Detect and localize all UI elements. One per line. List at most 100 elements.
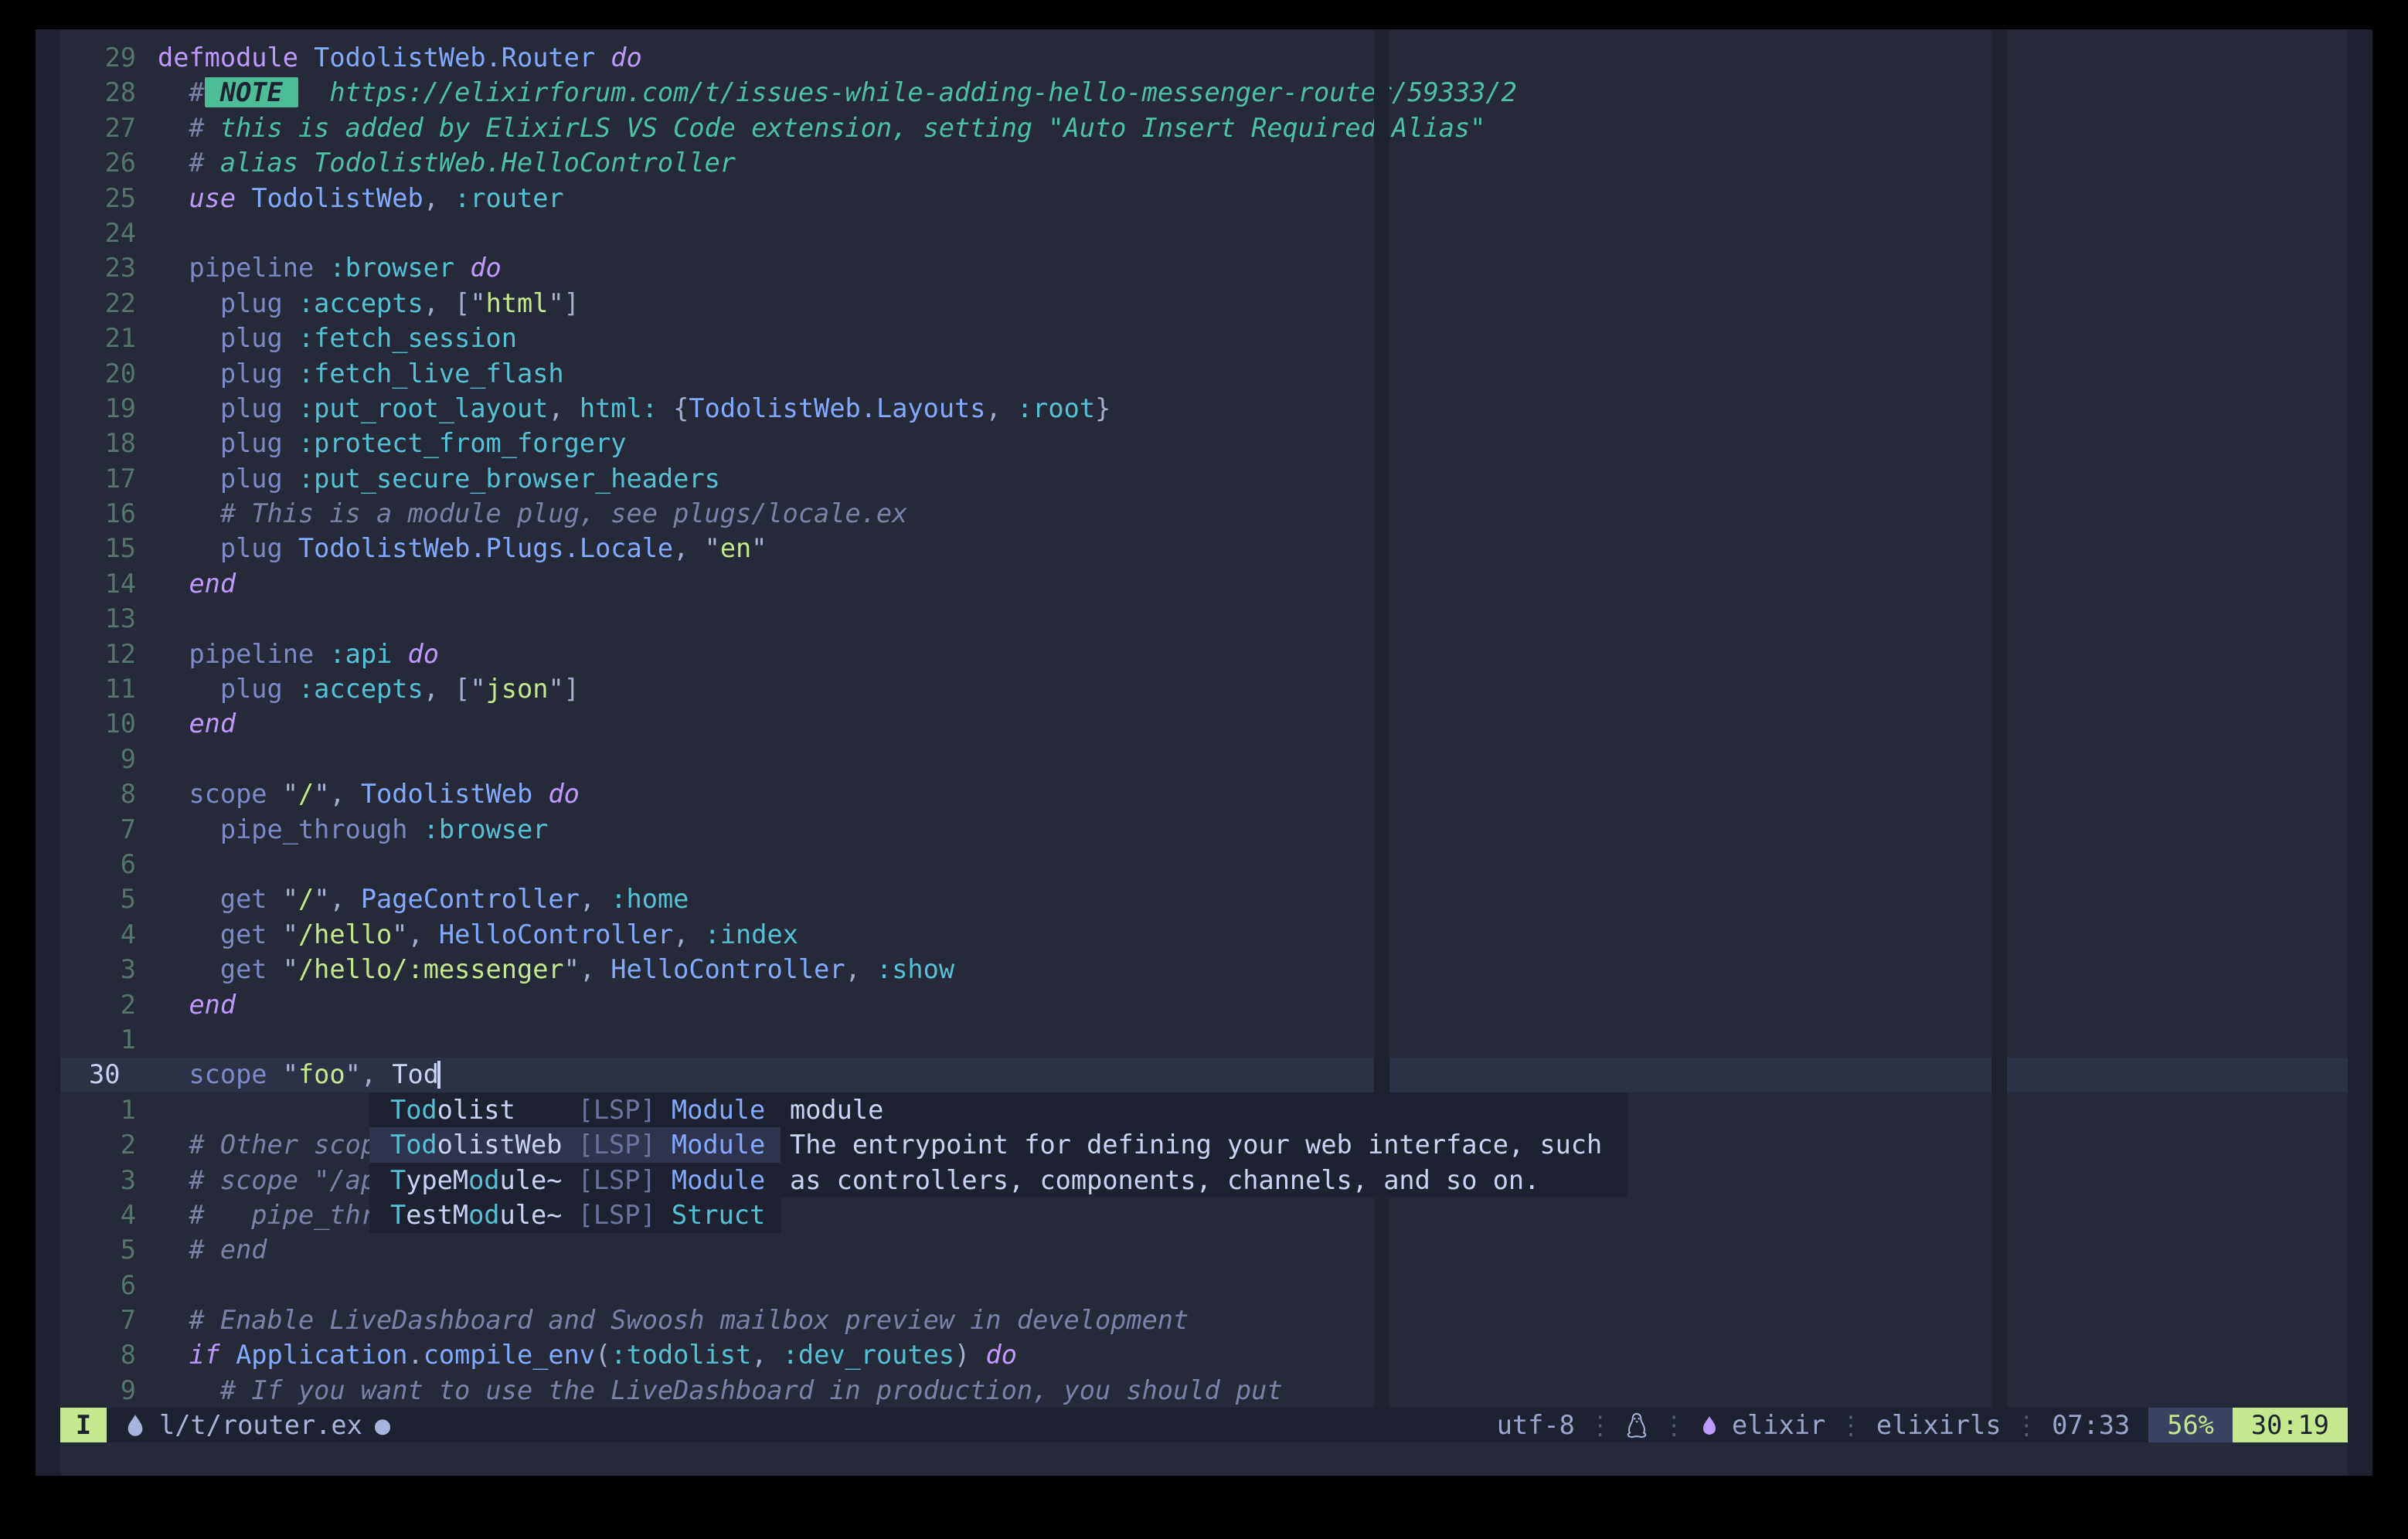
elixir-drop-icon (124, 1411, 147, 1440)
line-number: 11 (60, 671, 136, 706)
line-number: 13 (60, 601, 136, 636)
linux-penguin-icon (1625, 1411, 1648, 1440)
line-number: 4 (60, 1198, 136, 1232)
mode-indicator: I (60, 1408, 107, 1442)
completion-docs: moduleThe entrypoint for defining your w… (781, 1092, 1627, 1198)
modified-dot-icon: ● (375, 1408, 390, 1442)
line-number: 10 (60, 706, 136, 741)
line-number: 12 (60, 637, 136, 671)
scroll-percent-badge: 56% (2148, 1408, 2233, 1442)
line-number: 19 (60, 391, 136, 426)
code-text: # end (158, 1235, 267, 1265)
code-text: scope "foo", Tod (158, 1059, 439, 1089)
terminal-screen: 29defmodule TodolistWeb.Router do28 # NO… (0, 0, 2408, 1539)
code-text: pipe_through :browser (158, 814, 548, 844)
line-number: 28 (60, 75, 136, 110)
code-text: scope "/", TodolistWeb do (158, 779, 580, 809)
completion-item[interactable]: TestModule~ [LSP] Struct (369, 1198, 781, 1232)
color-column-120 (1991, 29, 2007, 1409)
left-padding (36, 29, 60, 1476)
completion-popup[interactable]: Todolist [LSP] ModuleTodolistWeb [LSP] M… (369, 1092, 781, 1233)
line-number: 22 (60, 286, 136, 321)
completion-item[interactable]: TodolistWeb [LSP] Module (369, 1127, 781, 1162)
separator-icon: ⋮ (1587, 1408, 1614, 1442)
completion-source: [LSP] (578, 1095, 672, 1125)
completion-kind: Module (672, 1130, 765, 1160)
code-text: end (158, 569, 236, 599)
line-number: 24 (60, 216, 136, 250)
line-number: 6 (60, 847, 136, 882)
separator-icon: ⋮ (2014, 1408, 2040, 1442)
filename[interactable]: l/t/router.ex (159, 1408, 362, 1442)
text-cursor (437, 1061, 440, 1089)
line-number: 29 (60, 40, 136, 75)
line-number: 16 (60, 496, 136, 531)
code-text: pipeline :browser do (158, 253, 502, 283)
code-text: if Application.compile_env(:todolist, :d… (158, 1340, 1017, 1370)
code-text: # pipe_thr (158, 1200, 376, 1230)
encoding: utf-8 (1497, 1408, 1575, 1442)
doc-line: The entrypoint for defining your web int… (790, 1127, 1627, 1162)
line-number: 7 (60, 1303, 136, 1337)
lsp-client-label: elixirls (1876, 1408, 2002, 1442)
language-label: elixir (1732, 1408, 1825, 1442)
code-text: end (158, 990, 236, 1020)
code-text: use TodolistWeb, :router (158, 183, 564, 213)
completion-item[interactable]: TypeModule~ [LSP] Module (369, 1163, 781, 1198)
line-number: 15 (60, 531, 136, 566)
line-number: 3 (60, 1163, 136, 1198)
line-number: 25 (60, 181, 136, 216)
completion-item[interactable]: Todolist [LSP] Module (369, 1092, 781, 1127)
line-number: 1 (60, 1022, 136, 1057)
code-text: # alias TodolistWeb.HelloController (158, 148, 736, 178)
line-number: 17 (60, 461, 136, 496)
line-number: 23 (60, 250, 136, 285)
line-number: 18 (60, 426, 136, 460)
completion-source: [LSP] (578, 1130, 672, 1160)
completion-kind: Module (672, 1095, 765, 1125)
completion-source: [LSP] (578, 1165, 672, 1195)
code-text: plug :accepts, ["json"] (158, 674, 580, 704)
completion-kind: Module (672, 1165, 765, 1195)
code-text: pipeline :api do (158, 639, 439, 669)
line-number: 27 (60, 110, 136, 145)
right-padding (2348, 29, 2372, 1476)
line-number: 2 (60, 987, 136, 1022)
code-text: plug :accepts, ["html"] (158, 288, 580, 318)
current-line-number: 30 (60, 1057, 136, 1092)
line-number: 20 (60, 356, 136, 391)
neovim-window: 29defmodule TodolistWeb.Router do28 # NO… (36, 29, 2372, 1476)
code-text: # Other scop (158, 1130, 376, 1160)
code-text: plug TodolistWeb.Plugs.Locale, "en" (158, 533, 767, 563)
code-text: # scope "/ap (158, 1165, 376, 1195)
code-text: # Enable LiveDashboard and Swoosh mailbo… (158, 1305, 1189, 1335)
line-number: 9 (60, 742, 136, 776)
separator-icon: ⋮ (1661, 1408, 1687, 1442)
line-number: 8 (60, 776, 136, 811)
doc-line: module (790, 1092, 1627, 1127)
completion-source: [LSP] (578, 1200, 672, 1230)
line-number: 9 (60, 1373, 136, 1408)
code-text: # If you want to use the LiveDashboard i… (158, 1375, 1283, 1405)
code-text: plug :fetch_session (158, 323, 517, 353)
line-number: 4 (60, 917, 136, 952)
separator-icon: ⋮ (1838, 1408, 1864, 1442)
line-number: 26 (60, 145, 136, 180)
line-number: 2 (60, 1127, 136, 1162)
cursor-position-badge: 30:19 (2233, 1408, 2348, 1442)
code-text: plug :fetch_live_flash (158, 358, 564, 389)
color-column-80 (1374, 29, 1389, 1409)
code-text: end (158, 708, 236, 739)
code-text: plug :protect_from_forgery (158, 428, 627, 458)
line-number: 5 (60, 882, 136, 916)
code-text: get "/hello/:messenger", HelloController… (158, 954, 954, 984)
code-text: get "/hello", HelloController, :index (158, 919, 798, 950)
statusline: I l/t/router.ex ● utf-8 ⋮ (36, 1408, 2372, 1442)
code-text: # NOTE https://elixirforum.com/t/issues-… (158, 77, 1517, 107)
clock: 07:33 (2052, 1408, 2130, 1442)
line-number: 14 (60, 566, 136, 601)
code-text: plug :put_secure_browser_headers (158, 464, 720, 494)
code-text: # this is added by ElixirLS VS Code exte… (158, 113, 1485, 143)
code-text: get "/", PageController, :home (158, 884, 689, 914)
line-number: 7 (60, 812, 136, 847)
